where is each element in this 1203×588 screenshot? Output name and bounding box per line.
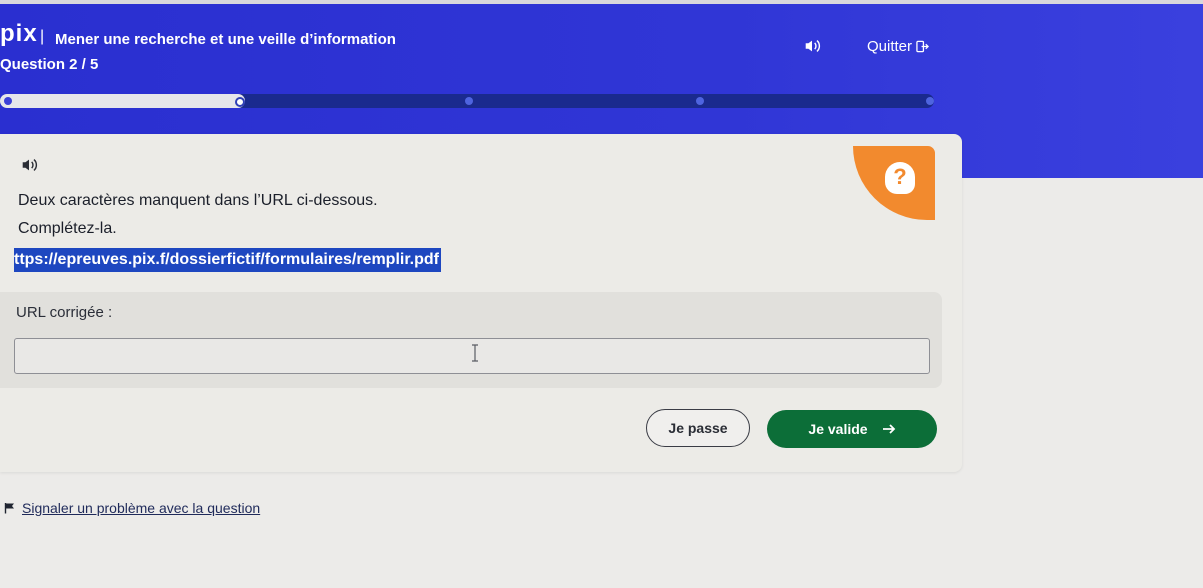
help-badge[interactable]: ? <box>853 146 935 220</box>
question-card: ? Deux caractères manquent dans l’URL ci… <box>0 134 962 472</box>
progress-step-1 <box>4 97 12 105</box>
progress-step-4 <box>695 97 704 105</box>
assessment-title: Mener une recherche et une veille d’info… <box>55 31 396 48</box>
answer-label: URL corrigée : <box>16 304 113 321</box>
quit-label: Quitter <box>867 38 913 55</box>
instruction-line-2: Complétez-la. <box>18 220 117 237</box>
flag-icon <box>4 503 14 514</box>
skip-button[interactable]: Je passe <box>646 409 750 447</box>
selected-url-text[interactable]: ttps://epreuves.pix.f/dossierfictif/form… <box>14 248 441 272</box>
progress-step-2 <box>234 97 245 107</box>
read-aloud-speaker-icon[interactable] <box>20 156 38 174</box>
question-counter: Question 2 / 5 <box>0 56 99 73</box>
arrow-right-icon <box>882 424 895 434</box>
title-separator: | <box>40 28 45 45</box>
quit-button[interactable]: Quitter <box>867 38 930 55</box>
exit-icon <box>916 40 930 53</box>
question-mark-head-icon: ? <box>885 162 915 194</box>
answer-zone: URL corrigée : <box>0 292 942 388</box>
progress-step-3 <box>465 97 473 105</box>
pix-logo[interactable]: pix <box>0 20 38 48</box>
instruction-line-1: Deux caractères manquent dans l’URL ci-d… <box>18 192 378 209</box>
text-cursor-icon <box>472 344 478 362</box>
report-problem-link[interactable]: Signaler un problème avec la question <box>4 500 260 516</box>
progress-step-5 <box>926 97 934 105</box>
validate-button[interactable]: Je valide <box>767 410 937 448</box>
progress-bar <box>0 86 935 110</box>
validate-label: Je valide <box>808 421 868 437</box>
report-problem-label: Signaler un problème avec la question <box>22 500 261 516</box>
progress-fill <box>0 94 245 108</box>
speaker-icon[interactable] <box>803 37 821 55</box>
